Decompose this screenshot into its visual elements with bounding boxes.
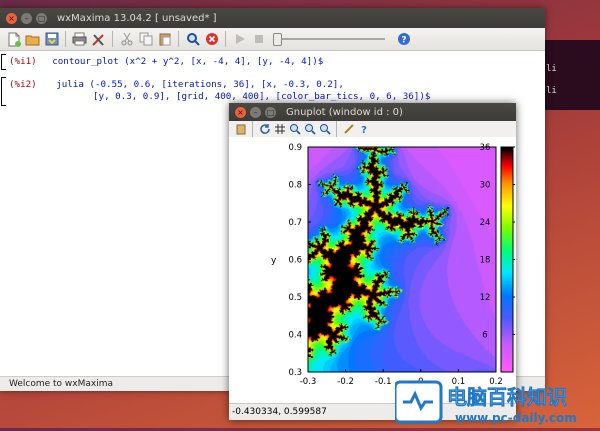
colorbar-tick-label: 24 [480, 218, 491, 228]
colorbar-tick-label: 6 [482, 331, 487, 341]
x-tick-label: -0.1 [375, 377, 392, 387]
x-tick-label: -0.2 [337, 377, 354, 387]
grid-icon[interactable] [273, 123, 286, 136]
colorbar-tick-label: 18 [480, 256, 491, 266]
cell-bracket[interactable] [1, 77, 6, 106]
autoscale-icon[interactable] [318, 123, 331, 136]
slider-knob[interactable] [273, 33, 282, 46]
replot-icon[interactable] [258, 123, 271, 136]
input-cell[interactable]: (%i2) julia (-0.55, 0.6, [iterations, 36… [1, 77, 430, 106]
open-icon[interactable] [24, 31, 41, 48]
wxmaxima-toolbar: ? [0, 28, 545, 51]
copy-icon[interactable] [137, 31, 154, 48]
config-icon[interactable] [342, 123, 355, 136]
colorbar-tick-label: 30 [480, 181, 491, 191]
terminal-text: li [546, 86, 557, 96]
input-label: (%i1) [9, 56, 37, 67]
x-tick-label: -0.3 [300, 377, 317, 387]
zoom-prev-icon[interactable] [288, 123, 301, 136]
window-title: Gnuplot (window id : 0) [286, 106, 403, 118]
toolbar-separator [178, 31, 179, 47]
help-icon[interactable]: ? [357, 123, 370, 136]
y-tick-label: 0.3 [288, 368, 302, 378]
y-tick-label: 0.7 [288, 218, 302, 228]
new-icon[interactable] [5, 31, 22, 48]
background-terminal: li li [540, 40, 600, 110]
plot-svg[interactable]: -0.3-0.2-0.100.10.2 0.30.40.50.60.70.80.… [229, 137, 516, 404]
play-icon[interactable] [231, 31, 248, 48]
terminal-text: li [546, 64, 557, 74]
animation-slider[interactable] [273, 30, 385, 48]
minimize-window-icon[interactable]: – [250, 106, 261, 118]
zoom-next-icon[interactable] [303, 123, 316, 136]
colorbar-tick-label: 36 [480, 143, 491, 153]
minimize-window-icon[interactable]: – [21, 12, 32, 24]
input-code-continuation[interactable]: [y, 0.3, 0.9], [grid, 400, 400], [color_… [93, 91, 430, 102]
copy-clipboard-icon[interactable] [234, 123, 247, 136]
watermark: 电脑百科知识 www.pc-daily.com [393, 376, 600, 428]
input-code[interactable]: contour_plot (x^2 + y^2, [x, -4, 4], [y,… [52, 56, 323, 67]
paste-icon[interactable] [156, 31, 173, 48]
maximize-window-icon[interactable]: □ [36, 12, 47, 24]
y-tick-label: 0.8 [288, 181, 302, 191]
find-icon[interactable] [184, 31, 201, 48]
cell-bracket[interactable] [1, 54, 6, 70]
toolbar-separator [112, 31, 113, 47]
y-tick-label: 0.9 [288, 143, 302, 153]
toolbar-separator [252, 121, 253, 137]
window-title: wxMaxima 13.04.2 [ unsaved* ] [57, 12, 217, 24]
colorbar-tick-label: 12 [480, 293, 491, 303]
gnuplot-window: × – □ Gnuplot (window id : 0) ? -0.3 -0.2… [229, 103, 516, 420]
slider-track [277, 38, 385, 40]
watermark-url: www.pc-daily.com [455, 411, 577, 425]
julia-set-heatmap [308, 147, 496, 372]
toolbar-separator [65, 31, 66, 47]
y-axis-label: y [271, 256, 277, 266]
preferences-icon[interactable] [90, 31, 107, 48]
interrupt-icon[interactable] [203, 31, 220, 48]
plot-area[interactable]: -0.3-0.2-0.100.10.2 0.30.40.50.60.70.80.… [229, 137, 516, 404]
cut-icon[interactable] [118, 31, 135, 48]
wxmaxima-titlebar: × – □ wxMaxima 13.04.2 [ unsaved* ] [0, 8, 545, 28]
close-window-icon[interactable]: × [6, 12, 17, 24]
close-window-icon[interactable]: × [235, 106, 246, 118]
input-label: (%i2) [9, 79, 37, 90]
input-cell[interactable]: (%i1) contour_plot (x^2 + y^2, [x, -4, 4… [1, 54, 323, 70]
colorbar [501, 147, 513, 372]
save-icon[interactable] [43, 31, 60, 48]
toolbar-separator [225, 31, 226, 47]
help-icon[interactable]: ? [395, 31, 412, 48]
gnuplot-toolbar: ? [229, 121, 516, 138]
y-tick-label: 0.4 [288, 331, 302, 341]
svg-text:?: ? [401, 36, 406, 46]
print-icon[interactable] [71, 31, 88, 48]
maximize-window-icon[interactable]: □ [265, 106, 276, 118]
gnuplot-titlebar: × – □ Gnuplot (window id : 0) [229, 103, 516, 121]
svg-text:?: ? [361, 125, 367, 135]
stop-icon[interactable] [250, 31, 267, 48]
toolbar-separator [336, 121, 337, 137]
input-code[interactable]: julia (-0.55, 0.6, [iterations, 36], [x,… [56, 79, 344, 90]
watermark-title: 电脑百科知识 [447, 385, 567, 409]
y-tick-label: 0.5 [288, 293, 302, 303]
y-tick-label: 0.6 [288, 256, 302, 266]
